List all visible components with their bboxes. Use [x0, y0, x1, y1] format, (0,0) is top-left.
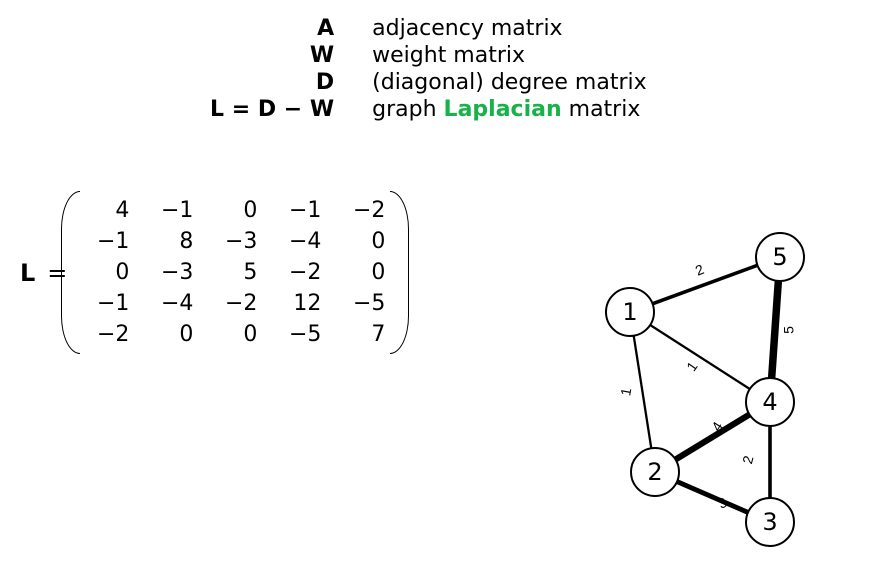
- matrix-cell: 0: [75, 257, 139, 288]
- symbol-D-in-eq: D: [258, 97, 276, 122]
- matrix-label-L: L: [20, 259, 35, 287]
- matrix-cell: −1: [75, 288, 139, 319]
- symbol-D: D: [316, 70, 334, 95]
- graph-node-5: 5: [756, 233, 804, 281]
- matrix-cell: −2: [267, 257, 331, 288]
- laplacian-matrix-block: L = 4−10−1−2−18−3−400−35−20−1−4−212−5−20…: [20, 195, 395, 350]
- matrix-cell: −5: [331, 288, 395, 319]
- matrix-row: −200−57: [75, 319, 395, 350]
- graph-node-label: 5: [772, 243, 787, 271]
- matrix-cell: −2: [75, 319, 139, 350]
- matrix-cell: 8: [139, 226, 203, 257]
- definitions-block: A W D L = D − W adjacency matrix weight …: [210, 16, 647, 122]
- graph-node-label: 1: [622, 298, 637, 326]
- definitions-text-column: adjacency matrix weight matrix (diagonal…: [372, 16, 646, 122]
- matrix-cell: 7: [331, 319, 395, 350]
- definitions-symbols-column: A W D L = D − W: [210, 16, 334, 122]
- graph-node-label: 4: [762, 388, 777, 416]
- matrix-cell: 5: [203, 257, 267, 288]
- symbol-L: L: [210, 97, 224, 122]
- graph-node-2: 2: [631, 448, 679, 496]
- desc-L-suffix: matrix: [562, 97, 641, 122]
- graph-node-label: 2: [647, 458, 662, 486]
- matrix-cell: −1: [267, 195, 331, 226]
- edge-weight-label: 2: [693, 261, 706, 279]
- matrix-cell: −5: [267, 319, 331, 350]
- matrix-row: 0−35−20: [75, 257, 395, 288]
- matrix-table: 4−10−1−2−18−3−400−35−20−1−4−212−5−200−57: [75, 195, 395, 350]
- matrix-cell: 12: [267, 288, 331, 319]
- matrix-cell: 0: [203, 319, 267, 350]
- graph-node-4: 4: [746, 378, 794, 426]
- desc-L: graph Laplacian matrix: [372, 97, 646, 122]
- desc-A: adjacency matrix: [372, 16, 646, 41]
- graph-node-3: 3: [746, 498, 794, 546]
- edge-weight-label: 1: [617, 386, 634, 397]
- matrix-cell: −4: [267, 226, 331, 257]
- desc-L-highlight: Laplacian: [444, 97, 562, 122]
- matrix-cell: −4: [139, 288, 203, 319]
- symbol-W-in-eq: W: [310, 97, 334, 122]
- matrix-parenthesized: 4−10−1−2−18−3−400−35−20−1−4−212−5−200−57: [75, 195, 395, 350]
- matrix-cell: 0: [203, 195, 267, 226]
- desc-L-prefix: graph: [372, 97, 443, 122]
- matrix-cell: −3: [203, 226, 267, 257]
- matrix-row: −1−4−212−5: [75, 288, 395, 319]
- matrix-cell: −2: [203, 288, 267, 319]
- matrix-cell: −1: [139, 195, 203, 226]
- matrix-cell: 0: [331, 226, 395, 257]
- matrix-row: 4−10−1−2: [75, 195, 395, 226]
- minus-sign: −: [284, 97, 302, 122]
- desc-W: weight matrix: [372, 43, 646, 68]
- matrix-cell: −1: [75, 226, 139, 257]
- edge-weight-label: 2: [739, 454, 757, 466]
- matrix-cell: −2: [331, 195, 395, 226]
- edge-weight-label: 1: [683, 358, 701, 374]
- desc-D: (diagonal) degree matrix: [372, 70, 646, 95]
- graph-node-1: 1: [606, 288, 654, 336]
- matrix-cell: 0: [331, 257, 395, 288]
- graph-node-label: 3: [762, 508, 777, 536]
- matrix-cell: −3: [139, 257, 203, 288]
- definition-L-equation: L = D − W: [210, 97, 334, 122]
- symbol-W: W: [310, 43, 334, 68]
- graph-diagram: 251142312345: [545, 202, 845, 562]
- eq-sign: =: [232, 97, 250, 122]
- matrix-cell: 0: [139, 319, 203, 350]
- symbol-A: A: [317, 16, 334, 41]
- matrix-cell: 4: [75, 195, 139, 226]
- matrix-row: −18−3−40: [75, 226, 395, 257]
- edge-weight-label: 5: [781, 326, 797, 334]
- graph-svg: 251142312345: [545, 202, 845, 562]
